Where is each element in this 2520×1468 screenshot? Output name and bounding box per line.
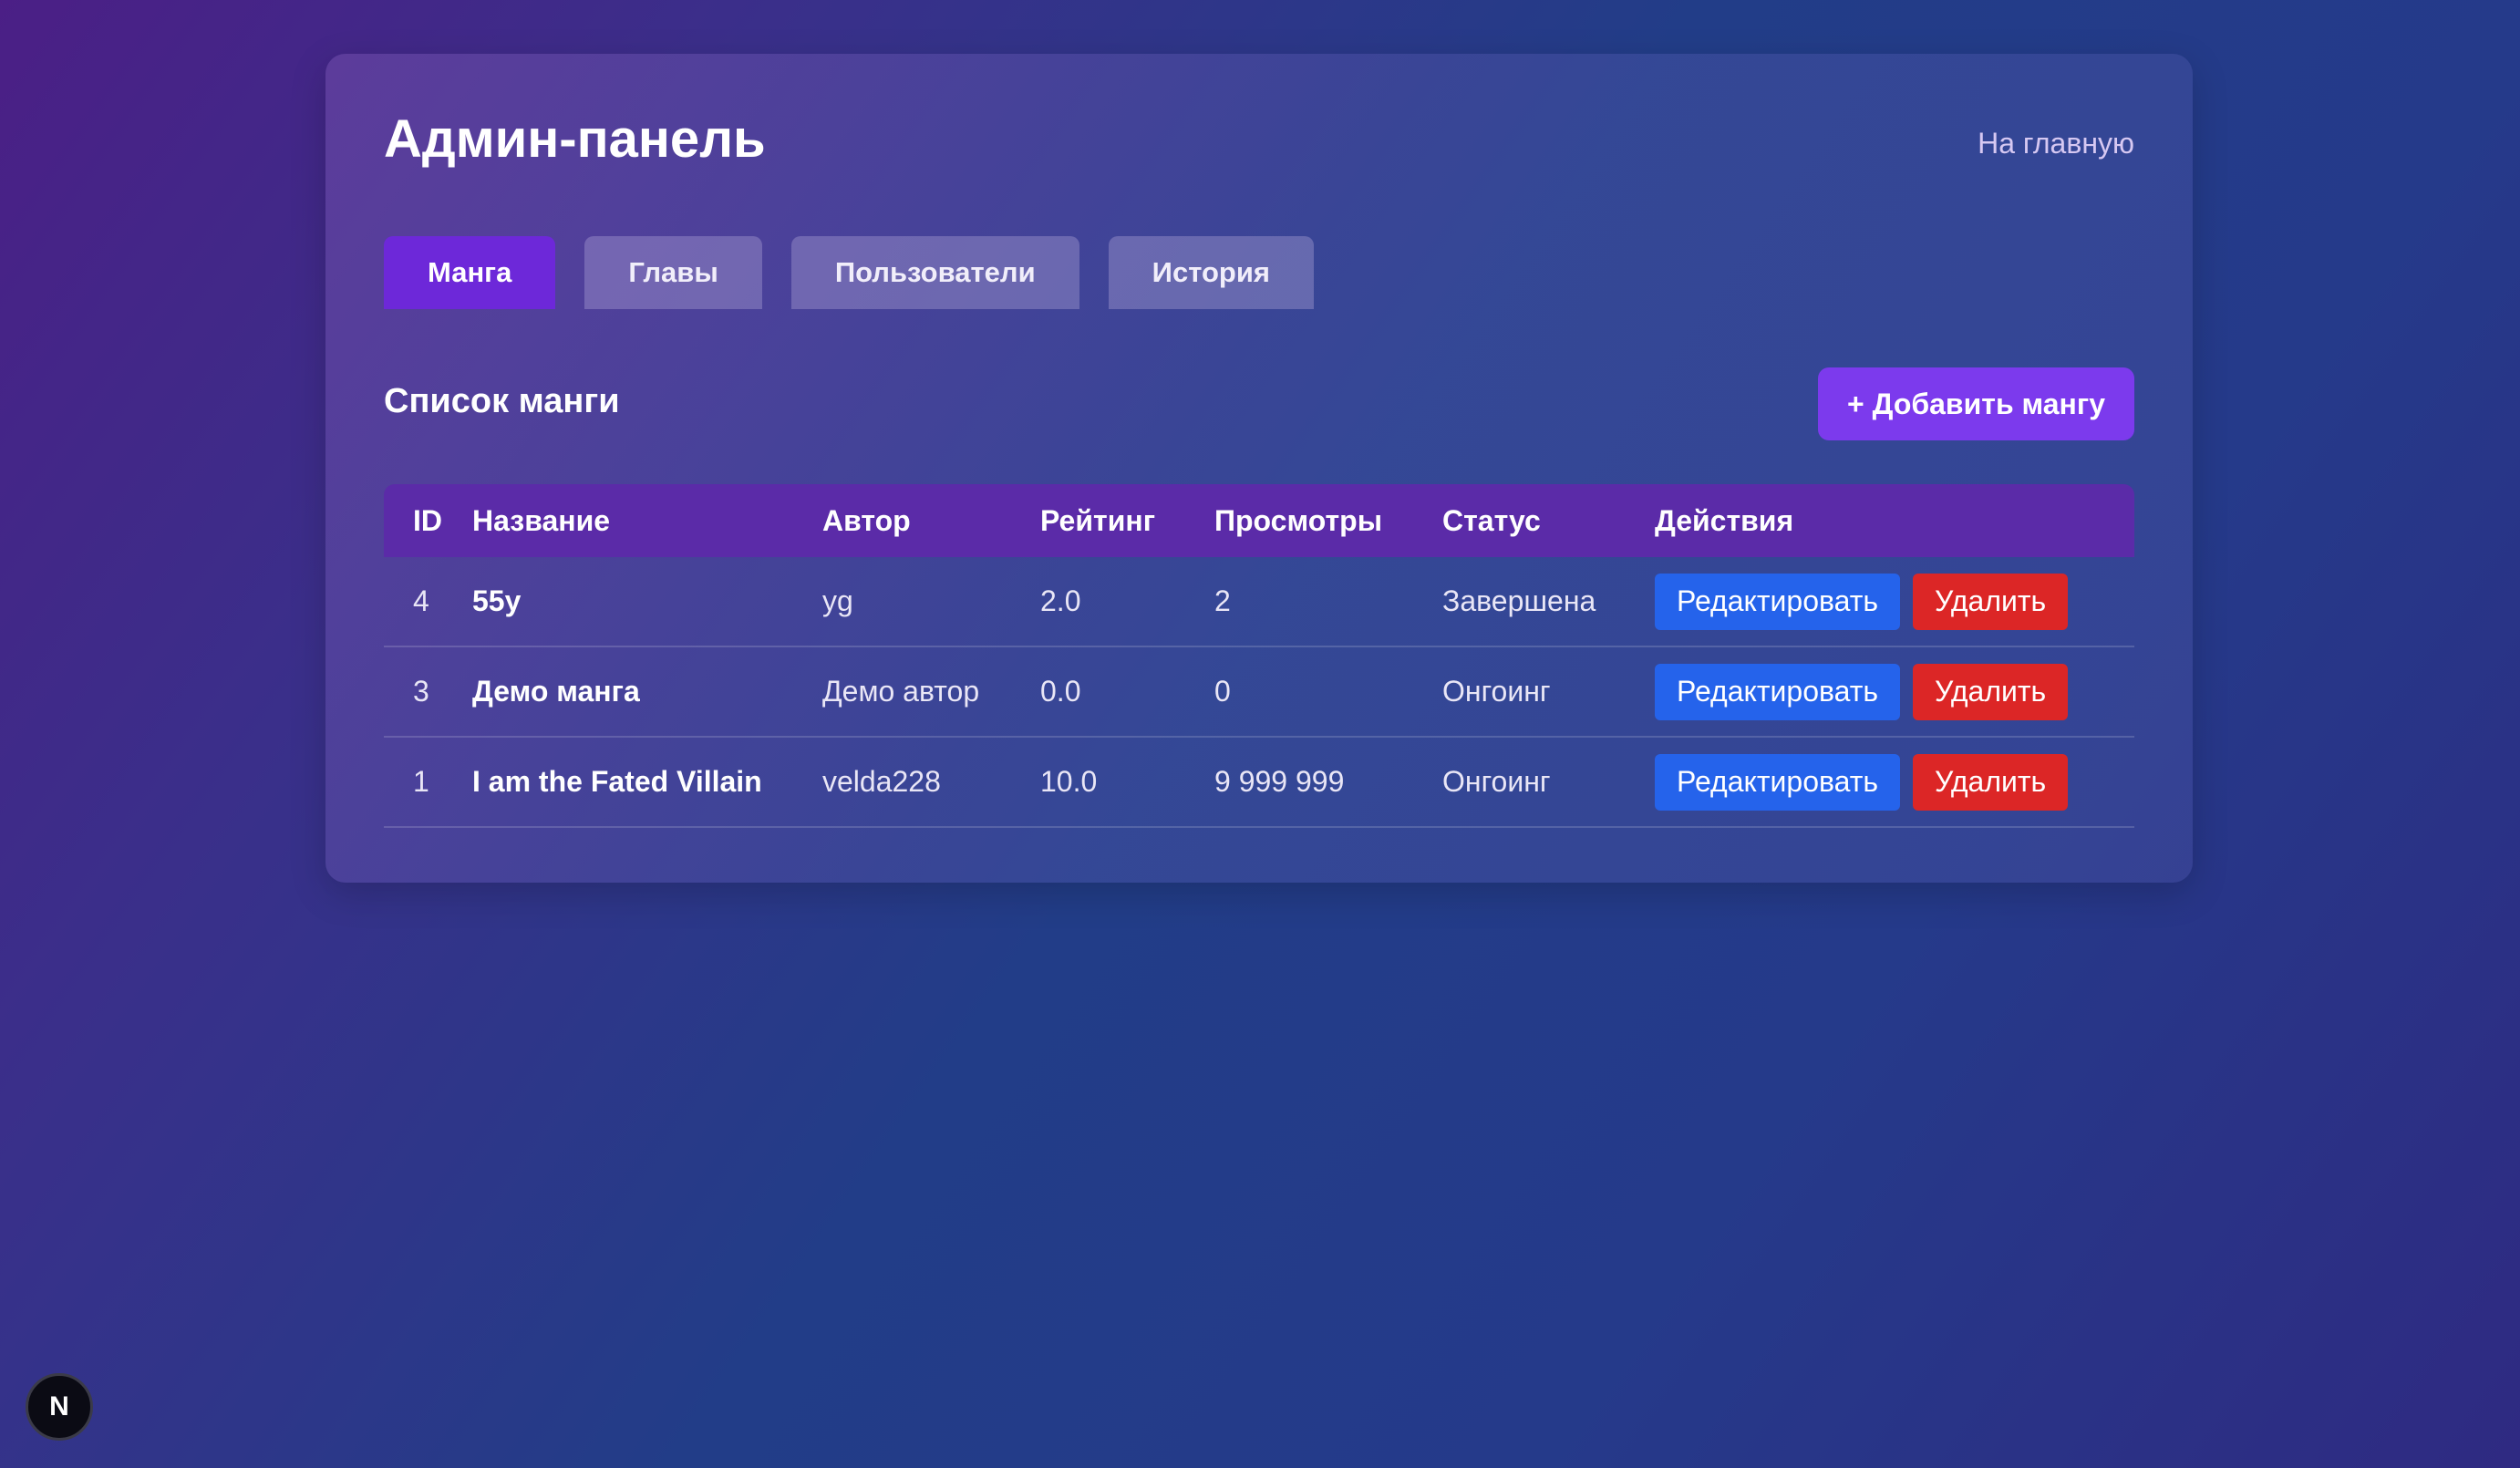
page-title: Админ-панель	[384, 109, 766, 169]
cell-id: 3	[384, 646, 472, 738]
edit-button[interactable]: Редактировать	[1655, 753, 1901, 811]
manga-table: ID Название Автор Рейтинг Просмотры Стат…	[384, 484, 2134, 828]
cell-author: Демо автор	[822, 646, 1040, 738]
table-header-row: ID Название Автор Рейтинг Просмотры Стат…	[384, 484, 2134, 557]
cell-actions: Редактировать Удалить	[1655, 557, 2134, 647]
cell-status: Завершена	[1442, 557, 1655, 647]
table-row: 4 55y yg 2.0 2 Завершена Редактировать Уд…	[384, 557, 2134, 647]
column-header-rating: Рейтинг	[1040, 503, 1156, 537]
column-header-views: Просмотры	[1214, 503, 1383, 537]
cell-id: 1	[384, 737, 472, 828]
table-row: 1 I am the Fated Villain velda228 10.0 9…	[384, 737, 2134, 828]
cell-name: 55y	[472, 557, 822, 647]
nextjs-icon[interactable]: N	[26, 1373, 93, 1441]
cell-author: yg	[822, 557, 1040, 647]
cell-actions: Редактировать Удалить	[1655, 737, 2134, 828]
cell-status: Онгоинг	[1442, 646, 1655, 738]
delete-button[interactable]: Удалить	[1913, 753, 2069, 811]
tab-users[interactable]: Пользователи	[790, 236, 1079, 309]
column-header-author: Автор	[822, 503, 911, 537]
edit-button[interactable]: Редактировать	[1655, 573, 1901, 630]
cell-author: velda228	[822, 737, 1040, 828]
nextjs-badge-label: N	[49, 1391, 69, 1421]
cell-name: Демо манга	[472, 646, 822, 738]
add-manga-button[interactable]: + Добавить мангу	[1818, 367, 2134, 440]
tab-chapters[interactable]: Главы	[584, 236, 762, 309]
tab-manga[interactable]: Манга	[384, 236, 556, 309]
cell-rating: 2.0	[1040, 557, 1214, 647]
cell-status: Онгоинг	[1442, 737, 1655, 828]
column-header-id: ID	[413, 503, 442, 537]
tab-history[interactable]: История	[1108, 236, 1314, 309]
edit-button[interactable]: Редактировать	[1655, 663, 1901, 720]
cell-views: 9 999 999	[1214, 737, 1442, 828]
delete-button[interactable]: Удалить	[1913, 573, 2069, 630]
cell-id: 4	[384, 557, 472, 647]
admin-panel-card: Админ-панель На главную Манга Главы Поль…	[325, 54, 2193, 883]
delete-button[interactable]: Удалить	[1913, 663, 2069, 720]
column-header-name: Название	[472, 503, 611, 537]
cell-actions: Редактировать Удалить	[1655, 646, 2134, 738]
column-header-actions: Действия	[1655, 503, 1794, 537]
cell-rating: 0.0	[1040, 646, 1214, 738]
cell-views: 2	[1214, 557, 1442, 647]
tab-bar: Манга Главы Пользователи История	[384, 236, 1314, 309]
cell-rating: 10.0	[1040, 737, 1214, 828]
home-link[interactable]: На главную	[1978, 127, 2134, 160]
cell-name: I am the Fated Villain	[472, 737, 822, 828]
column-header-status: Статус	[1442, 503, 1541, 537]
table-row: 3 Демо манга Демо автор 0.0 0 Онгоинг Ре…	[384, 646, 2134, 738]
section-title: Список манги	[384, 382, 620, 420]
cell-views: 0	[1214, 646, 1442, 738]
